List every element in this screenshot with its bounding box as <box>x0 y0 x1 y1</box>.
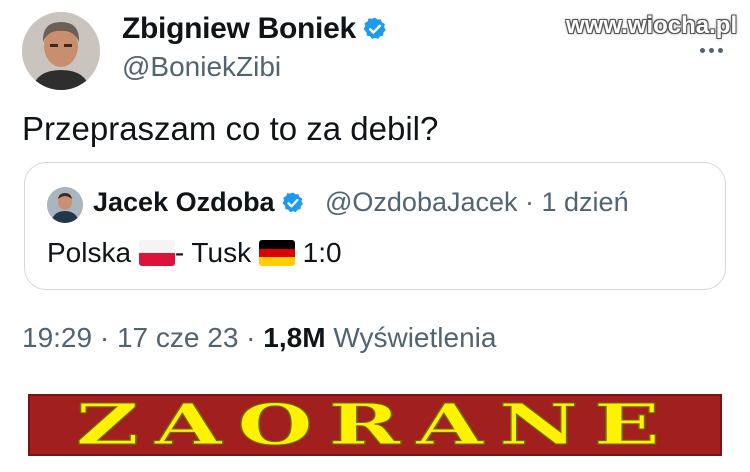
quoted-author-handle[interactable]: @OzdobaJacek <box>325 187 518 217</box>
footer-separator: · <box>92 322 117 353</box>
banner-text: ZAORANE <box>74 392 675 458</box>
zaorane-banner: ZAORANE <box>28 394 722 456</box>
author-handle[interactable]: @BoniekZibi <box>122 51 281 83</box>
quoted-age[interactable]: 1 dzień <box>542 187 629 217</box>
verified-badge-icon <box>281 191 305 215</box>
meta-separator: · <box>517 187 542 217</box>
more-options-icon[interactable] <box>700 40 730 53</box>
footer-separator: · <box>238 322 264 353</box>
poland-flag-icon <box>138 240 175 266</box>
verified-badge-icon <box>362 16 388 42</box>
quoted-meta: @OzdobaJacek · 1 dzień <box>325 187 629 218</box>
tweet-date[interactable]: 17 cze 23 <box>117 322 238 353</box>
quoted-text: Polska - Tusk 1:0 <box>47 237 342 269</box>
quoted-tweet-card[interactable]: Jacek Ozdoba @OzdobaJacek · 1 dzień Pols… <box>24 162 726 290</box>
tweet-footer: 19:29 · 17 cze 23 · 1,8M Wyświetlenia <box>22 322 496 354</box>
tweet-text: Przepraszam co to za debil? <box>22 110 439 147</box>
germany-flag-icon <box>258 240 295 266</box>
watermark: www.wiocha.pl <box>566 12 738 39</box>
author-avatar[interactable] <box>22 12 100 90</box>
quoted-text-part2: - Tusk <box>174 237 252 268</box>
views-count: 1,8M <box>263 322 326 353</box>
views-label: Wyświetlenia <box>333 322 497 353</box>
tweet-time[interactable]: 19:29 <box>22 322 92 353</box>
quoted-author-name[interactable]: Jacek Ozdoba <box>93 187 305 218</box>
author-name-text[interactable]: Zbigniew Boniek <box>122 12 356 45</box>
quoted-text-part1: Polska <box>47 237 132 268</box>
quoted-author-avatar[interactable] <box>47 187 83 223</box>
quoted-author-name-text[interactable]: Jacek Ozdoba <box>93 187 275 217</box>
author-name[interactable]: Zbigniew Boniek <box>122 12 388 46</box>
quoted-text-part3: 1:0 <box>302 237 342 268</box>
